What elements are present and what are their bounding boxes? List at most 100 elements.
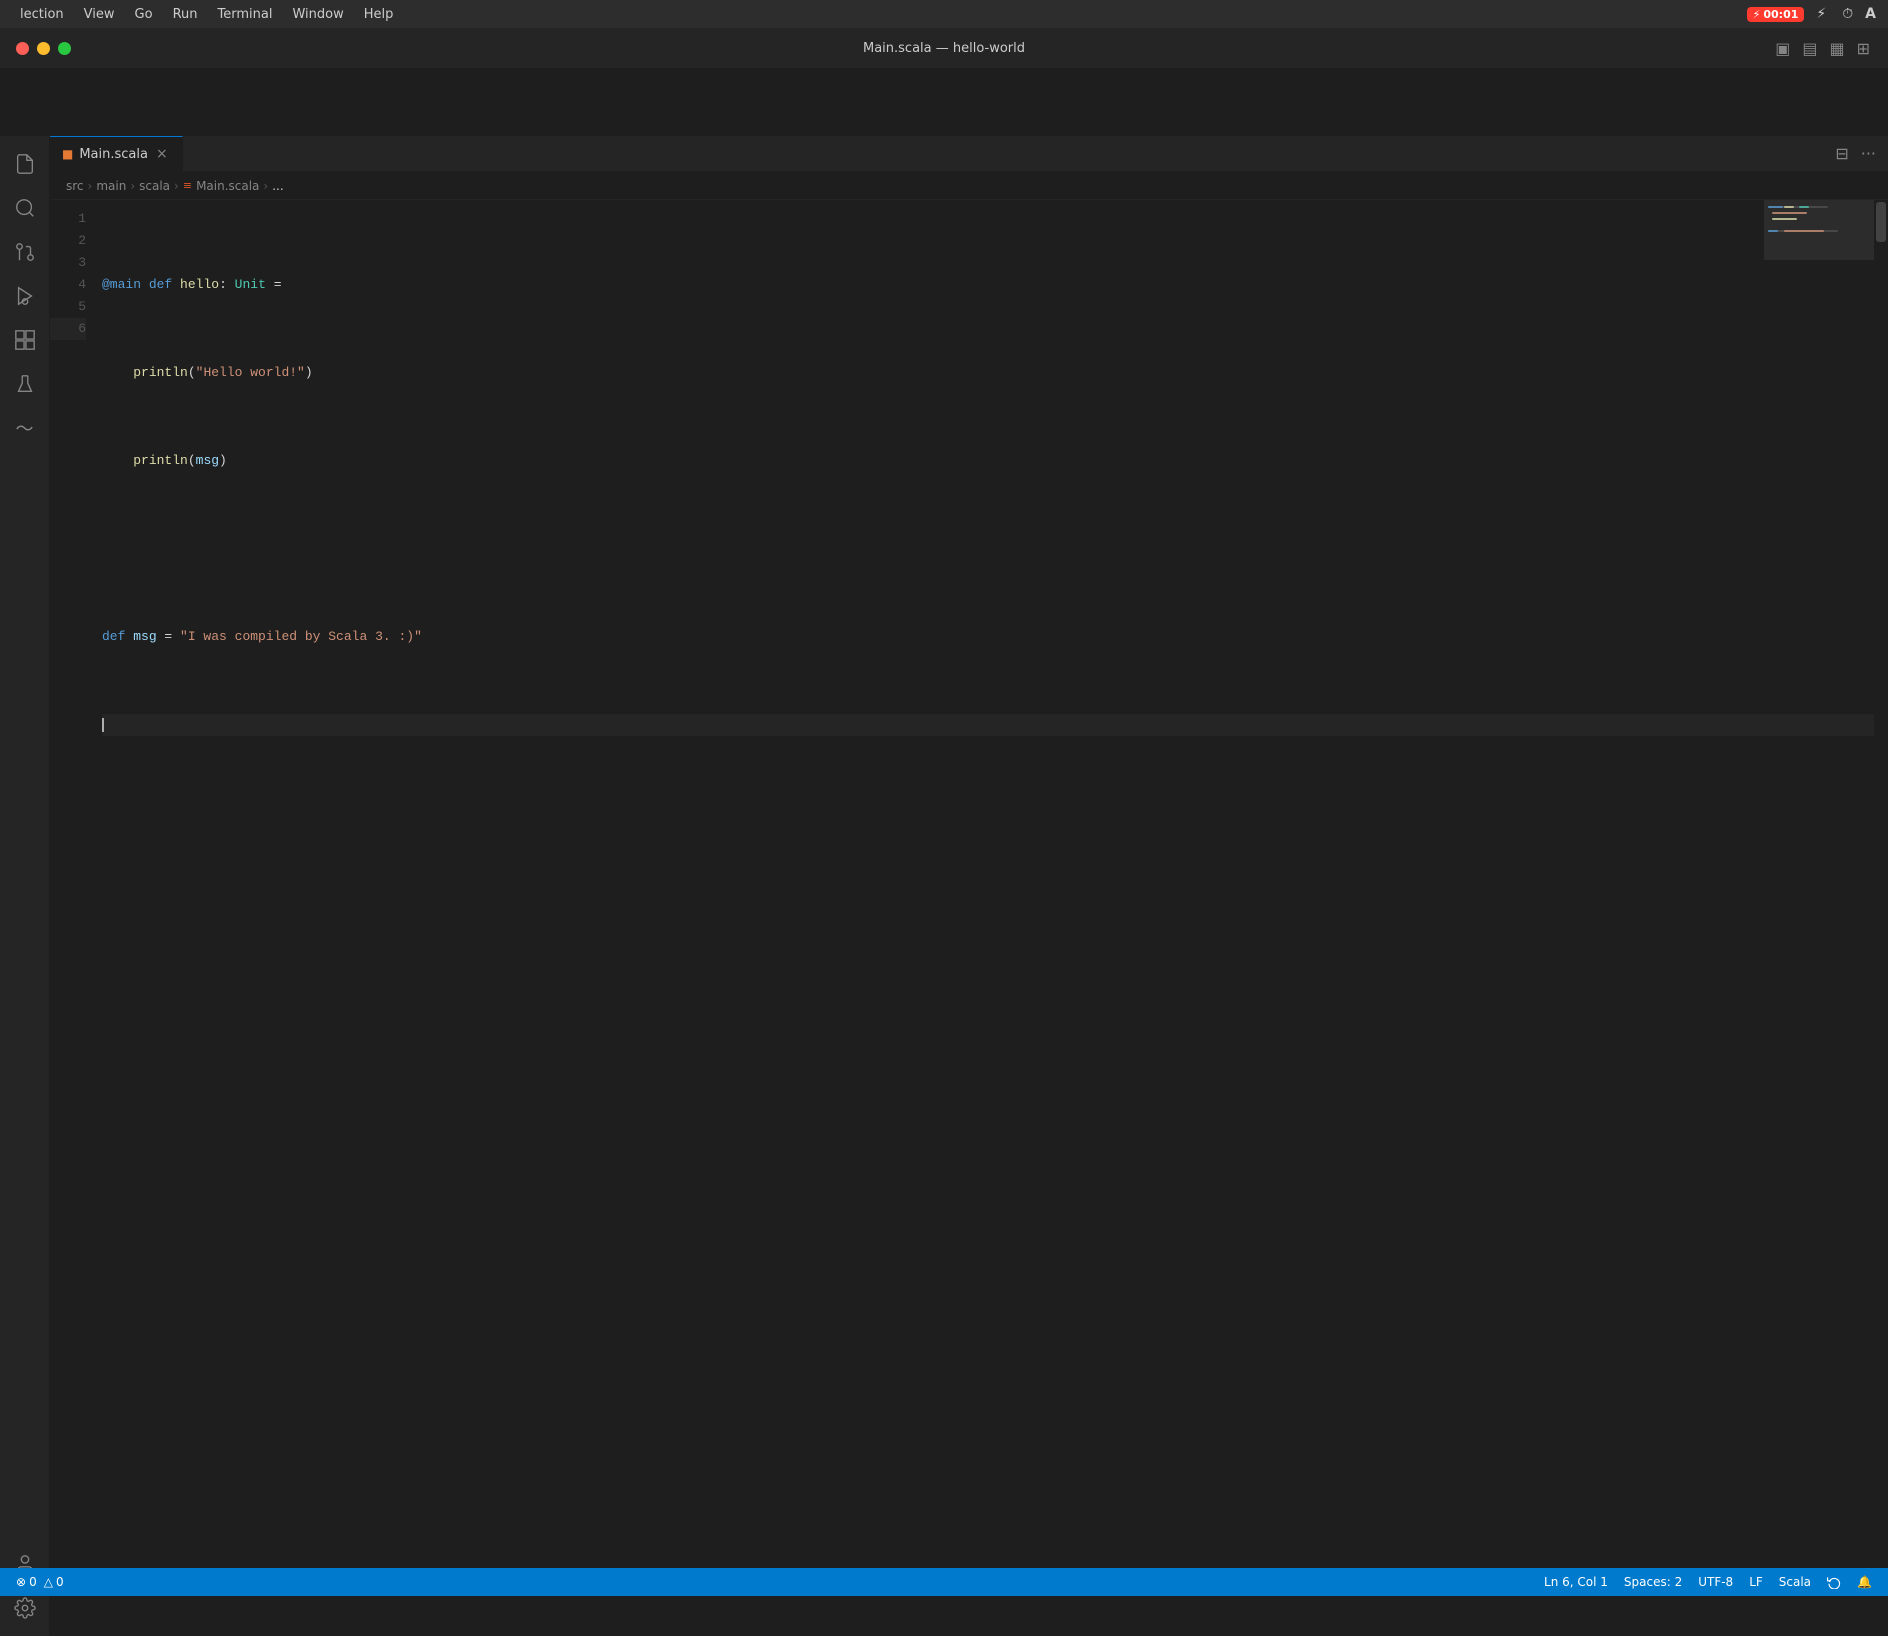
menu-item-run[interactable]: Run	[165, 5, 206, 24]
maximize-button[interactable]	[58, 42, 71, 55]
param-msg: msg	[196, 453, 219, 468]
status-right-items: Ln 6, Col 1 Spaces: 2 UTF-8 LF Scala 🔔	[1540, 1575, 1876, 1589]
code-line-3: println(msg)	[102, 450, 1874, 472]
input-source-icon[interactable]: A	[1865, 6, 1876, 22]
menu-item-view[interactable]: View	[76, 5, 123, 24]
breadcrumb-scala[interactable]: scala	[139, 179, 170, 193]
activity-run-debug[interactable]	[5, 276, 45, 316]
battery-indicator: ⚡ 00:01	[1747, 7, 1805, 22]
status-line-ending[interactable]: LF	[1745, 1575, 1767, 1589]
code-editor[interactable]: @main def hello: Unit = println("Hello w…	[98, 200, 1874, 1636]
eq-op-2: =	[157, 629, 180, 644]
fn-println-1: println	[133, 365, 188, 380]
breadcrumb-sep-2: ›	[130, 179, 135, 193]
at-main-keyword: @main	[102, 277, 141, 292]
status-errors[interactable]: ⊗ 0 △ 0	[12, 1575, 68, 1589]
breadcrumb-src[interactable]: src	[66, 179, 84, 193]
breadcrumb-sep-1: ›	[88, 179, 93, 193]
code-line-1: @main def hello: Unit =	[102, 274, 1874, 296]
tab-main-scala[interactable]: ■ Main.scala ×	[50, 136, 183, 171]
fn-println-2: println	[133, 453, 188, 468]
window-title: Main.scala — hello-world	[863, 41, 1025, 56]
breadcrumb-main[interactable]: main	[96, 179, 126, 193]
breadcrumb-sep-4: ›	[263, 179, 268, 193]
minimap[interactable]	[1764, 200, 1874, 260]
colon-op: :	[219, 277, 235, 292]
code-container[interactable]: 1 2 3 4 5 6 @main def hello: Unit = prin…	[50, 200, 1888, 1636]
editor-area: ■ Main.scala × ⊟ ··· src › main › scala …	[50, 136, 1888, 1636]
line-numbers: 1 2 3 4 5 6	[50, 200, 98, 1636]
tab-label: Main.scala	[79, 147, 148, 162]
activity-extensions[interactable]	[5, 320, 45, 360]
warning-count: 0	[56, 1575, 64, 1589]
str-hello-world: "Hello world!"	[196, 365, 305, 380]
def-keyword-2: def	[102, 629, 125, 644]
status-language[interactable]: Scala	[1775, 1575, 1815, 1589]
code-line-4	[102, 538, 1874, 560]
line-num-3: 3	[50, 252, 86, 274]
sidebar-toggle-icon[interactable]: ▣	[1773, 37, 1792, 60]
line-num-1: 1	[50, 208, 86, 230]
breadcrumb: src › main › scala › ≡ Main.scala › ...	[50, 172, 1888, 200]
scrollbar-thumb[interactable]	[1876, 202, 1886, 242]
paren-3: (	[188, 453, 196, 468]
more-actions-button[interactable]: ···	[1857, 140, 1880, 167]
def-keyword-1: def	[149, 277, 172, 292]
paren-2: )	[305, 365, 313, 380]
fn-hello: hello	[180, 277, 219, 292]
status-spaces[interactable]: Spaces: 2	[1620, 1575, 1686, 1589]
battery-icon[interactable]: ⚡	[1812, 4, 1830, 24]
customize-layout-icon[interactable]: ⊞	[1855, 37, 1872, 60]
status-sync-icon[interactable]	[1823, 1575, 1845, 1589]
menu-item-help[interactable]: Help	[356, 5, 402, 24]
breadcrumb-file[interactable]: Main.scala	[196, 179, 259, 193]
split-editor-button[interactable]: ⊟	[1831, 140, 1852, 167]
eq-op-1: =	[266, 277, 282, 292]
app-layout: 〜 ■ Main.scala × ⊟ ···	[0, 136, 1888, 1636]
activity-files[interactable]	[5, 144, 45, 184]
tab-close-button[interactable]: ×	[154, 144, 170, 164]
error-circle-icon: ⊗	[16, 1575, 26, 1589]
timer-icon[interactable]: ⏱	[1838, 4, 1857, 24]
menu-item-window[interactable]: Window	[284, 5, 351, 24]
scala-file-icon: ■	[62, 147, 73, 161]
paren-4: )	[219, 453, 227, 468]
menubar: lection View Go Run Terminal Window Help…	[0, 0, 1888, 28]
status-ln-col[interactable]: Ln 6, Col 1	[1540, 1575, 1612, 1589]
activity-source-control[interactable]	[5, 232, 45, 272]
line-num-5: 5	[50, 296, 86, 318]
activity-wave[interactable]: 〜	[5, 408, 45, 448]
activity-bar: 〜	[0, 136, 50, 1636]
traffic-lights	[16, 42, 71, 55]
statusbar: ⊗ 0 △ 0 Ln 6, Col 1 Spaces: 2 UTF-8 LF S…	[0, 1568, 1888, 1596]
lightning-icon: ⚡	[1753, 8, 1761, 21]
activity-search[interactable]	[5, 188, 45, 228]
code-line-5: def msg = "I was compiled by Scala 3. :)…	[102, 626, 1874, 648]
error-count: 0	[29, 1575, 37, 1589]
menu-item-go[interactable]: Go	[127, 5, 161, 24]
activity-beaker[interactable]	[5, 364, 45, 404]
menu-item-terminal[interactable]: Terminal	[210, 5, 281, 24]
breadcrumb-file-icon: ≡	[183, 179, 192, 192]
line-num-6: 6	[50, 318, 86, 340]
status-encoding[interactable]: UTF-8	[1694, 1575, 1737, 1589]
warning-triangle-icon: △	[44, 1575, 53, 1589]
titlebar: Main.scala — hello-world ▣ ▤ ▦ ⊞	[0, 28, 1888, 68]
str-compiled: "I was compiled by Scala 3. :)"	[180, 629, 422, 644]
paren-1: (	[188, 365, 196, 380]
breadcrumb-symbol[interactable]: ...	[272, 179, 283, 193]
close-button[interactable]	[16, 42, 29, 55]
type-unit: Unit	[235, 277, 266, 292]
var-msg: msg	[133, 629, 156, 644]
menu-item-selection[interactable]: lection	[12, 5, 72, 24]
vertical-scrollbar[interactable]	[1874, 200, 1888, 1636]
text-cursor	[102, 718, 104, 732]
tabs-actions: ⊟ ···	[1823, 136, 1888, 171]
line-num-4: 4	[50, 274, 86, 296]
code-line-2: println("Hello world!")	[102, 362, 1874, 384]
status-notifications-icon[interactable]: 🔔	[1853, 1575, 1876, 1589]
panel-toggle-icon[interactable]: ▤	[1800, 37, 1819, 60]
layout-icon[interactable]: ▦	[1827, 37, 1846, 60]
minimize-button[interactable]	[37, 42, 50, 55]
tabs-bar: ■ Main.scala × ⊟ ···	[50, 136, 1888, 172]
